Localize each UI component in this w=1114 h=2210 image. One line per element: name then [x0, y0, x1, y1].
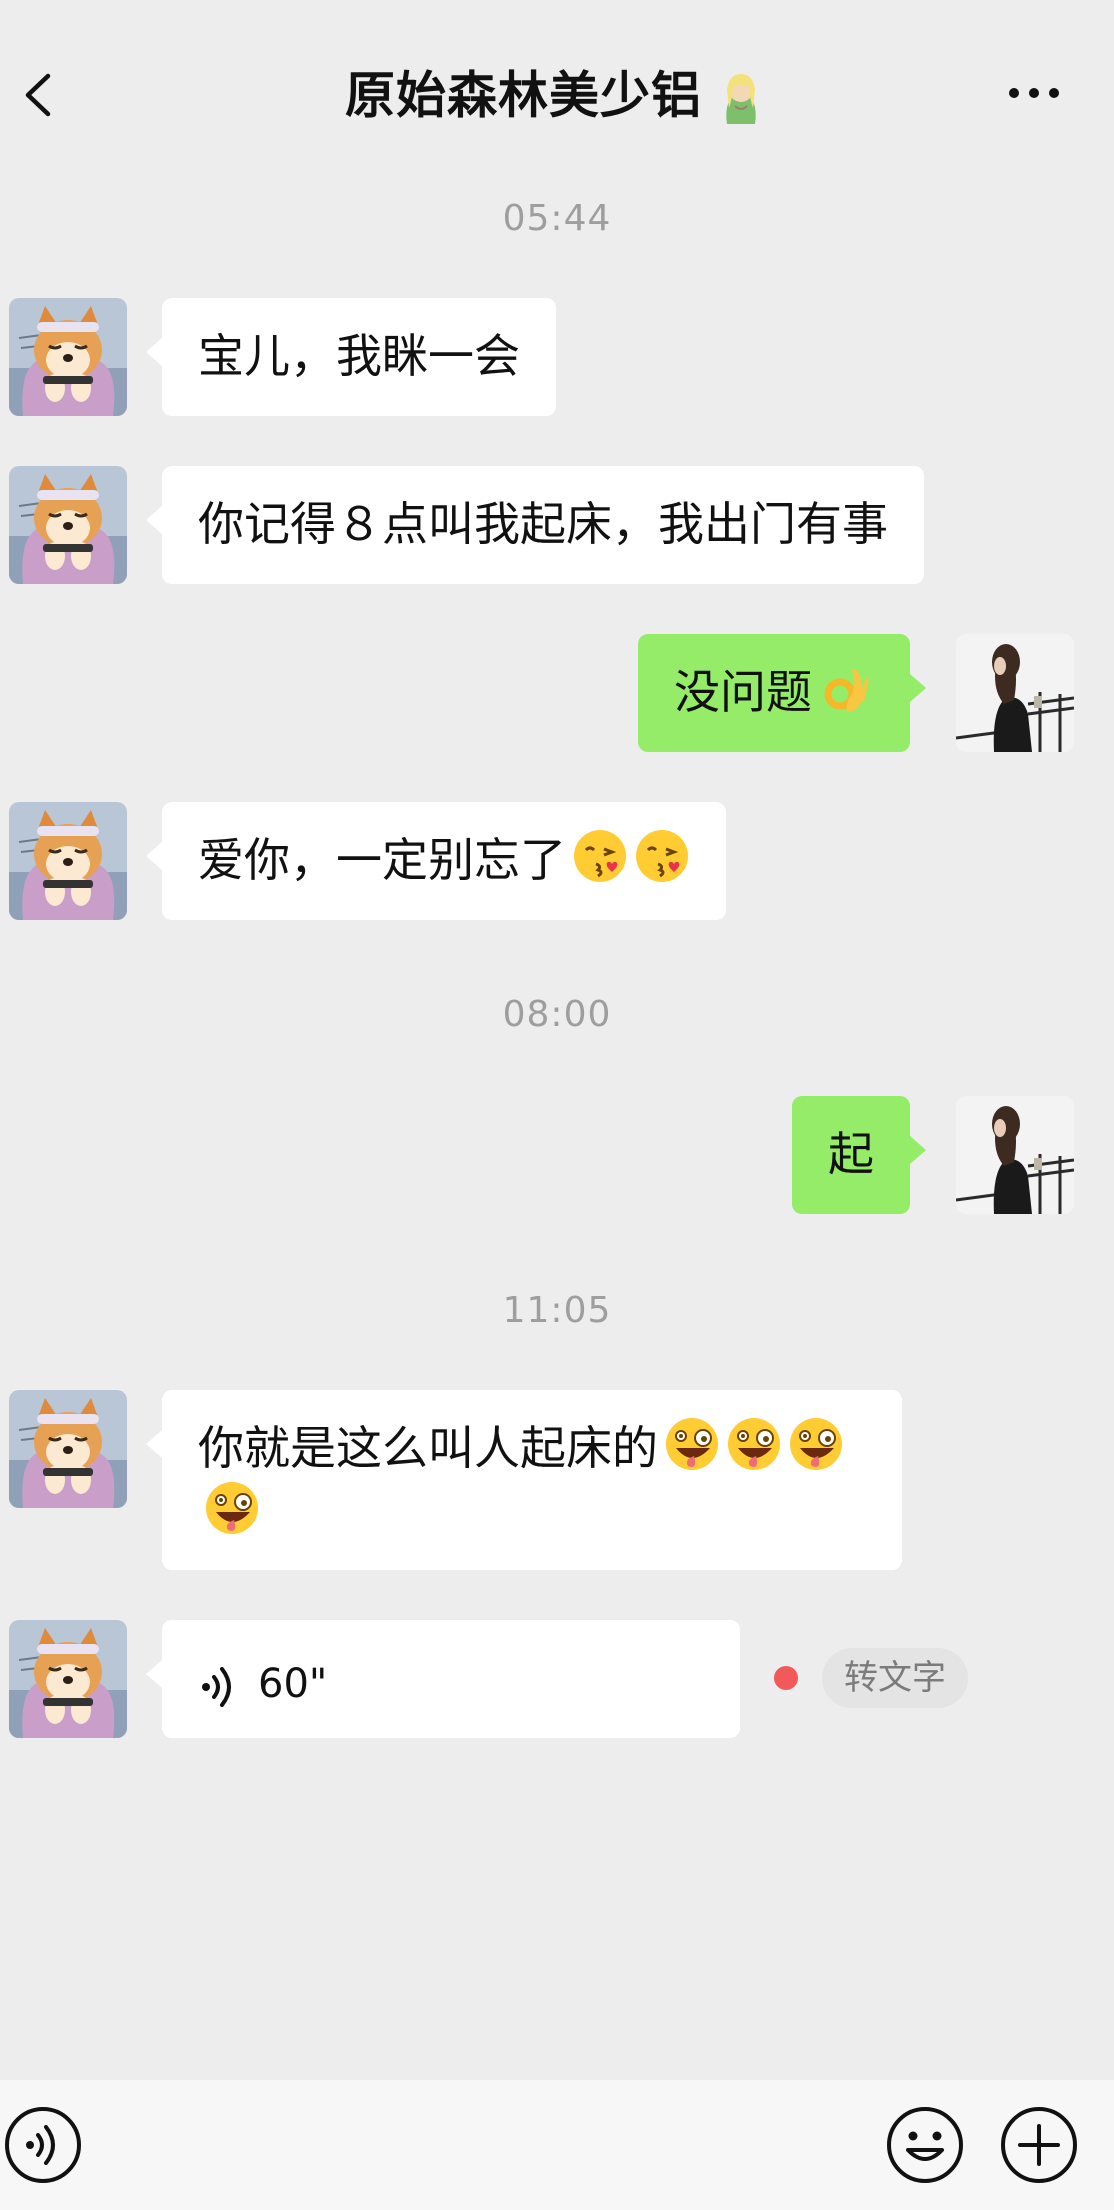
zany-face-emoji-icon: [726, 1416, 782, 1472]
convert-to-text-button[interactable]: 转文字: [822, 1648, 968, 1708]
girl-avatar-image: [956, 634, 1074, 752]
message-bubble-sent[interactable]: 没问题: [638, 634, 926, 752]
emoji-button[interactable]: [884, 2104, 966, 2186]
kissing-face-emoji-icon: [572, 828, 628, 884]
self-avatar[interactable]: [956, 634, 1074, 752]
zany-face-emoji-icon: [788, 1416, 844, 1472]
voice-input-icon: [5, 2107, 81, 2183]
message-text: 爱你，一定别忘了: [198, 833, 566, 887]
message-bubble-received[interactable]: 宝儿，我眯一会: [146, 298, 556, 416]
genie-emoji-icon: [726, 73, 756, 124]
voice-duration: 60": [258, 1661, 328, 1707]
message-text: 没问题: [674, 665, 812, 719]
input-toolbar: [0, 2080, 1114, 2210]
message-text: 宝儿，我眯一会: [198, 329, 520, 383]
title-area: 原始森林美少铝: [0, 62, 1114, 128]
kissing-face-emoji-icon: [634, 828, 690, 884]
dog-avatar-image: [9, 298, 127, 416]
message-bubble-received[interactable]: 你记得８点叫我起床，我出门有事: [146, 466, 924, 584]
dog-avatar-image: [9, 1620, 127, 1738]
dog-avatar-image: [9, 802, 127, 920]
message-text: 你记得８点叫我起床，我出门有事: [198, 497, 888, 551]
plus-button[interactable]: [998, 2104, 1080, 2186]
emoji-icon: [887, 2107, 963, 2183]
voice-message-bubble[interactable]: 60": [146, 1620, 740, 1738]
ok-hand-emoji-icon: [818, 660, 874, 716]
plus-icon: [1001, 2107, 1077, 2183]
more-button[interactable]: [1004, 78, 1064, 108]
timestamp: 05:44: [502, 198, 612, 239]
girl-avatar-image: [956, 1096, 1074, 1214]
self-avatar[interactable]: [956, 1096, 1074, 1214]
chat-screen: 原始森林美少铝 05:44 宝儿，我眯一会 你记得８点叫我起床，我出门有事 没问…: [0, 0, 1114, 2210]
chat-header: 原始森林美少铝: [0, 0, 1114, 190]
zany-face-emoji-icon: [664, 1416, 720, 1472]
contact-avatar[interactable]: [9, 466, 127, 584]
contact-avatar[interactable]: [9, 802, 127, 920]
contact-avatar[interactable]: [9, 1390, 127, 1508]
message-bubble-received[interactable]: 你就是这么叫人起床的: [146, 1390, 902, 1570]
contact-avatar[interactable]: [9, 1620, 127, 1738]
voice-wave-icon: [198, 1662, 238, 1712]
timestamp: 08:00: [502, 994, 612, 1035]
dog-avatar-image: [9, 466, 127, 584]
voice-input-button[interactable]: [2, 2104, 84, 2186]
message-bubble-sent[interactable]: 起: [792, 1096, 926, 1214]
contact-avatar[interactable]: [9, 298, 127, 416]
dog-avatar-image: [9, 1390, 127, 1508]
zany-face-emoji-icon: [204, 1480, 260, 1536]
message-text: 起: [828, 1127, 874, 1181]
more-dots-icon: [1009, 88, 1059, 98]
chat-title: 原始森林美少铝: [344, 66, 702, 125]
message-bubble-received[interactable]: 爱你，一定别忘了: [146, 802, 726, 920]
timestamp: 11:05: [502, 1290, 612, 1331]
message-text: 你就是这么叫人起床的: [198, 1421, 658, 1475]
unread-dot: [774, 1666, 798, 1690]
